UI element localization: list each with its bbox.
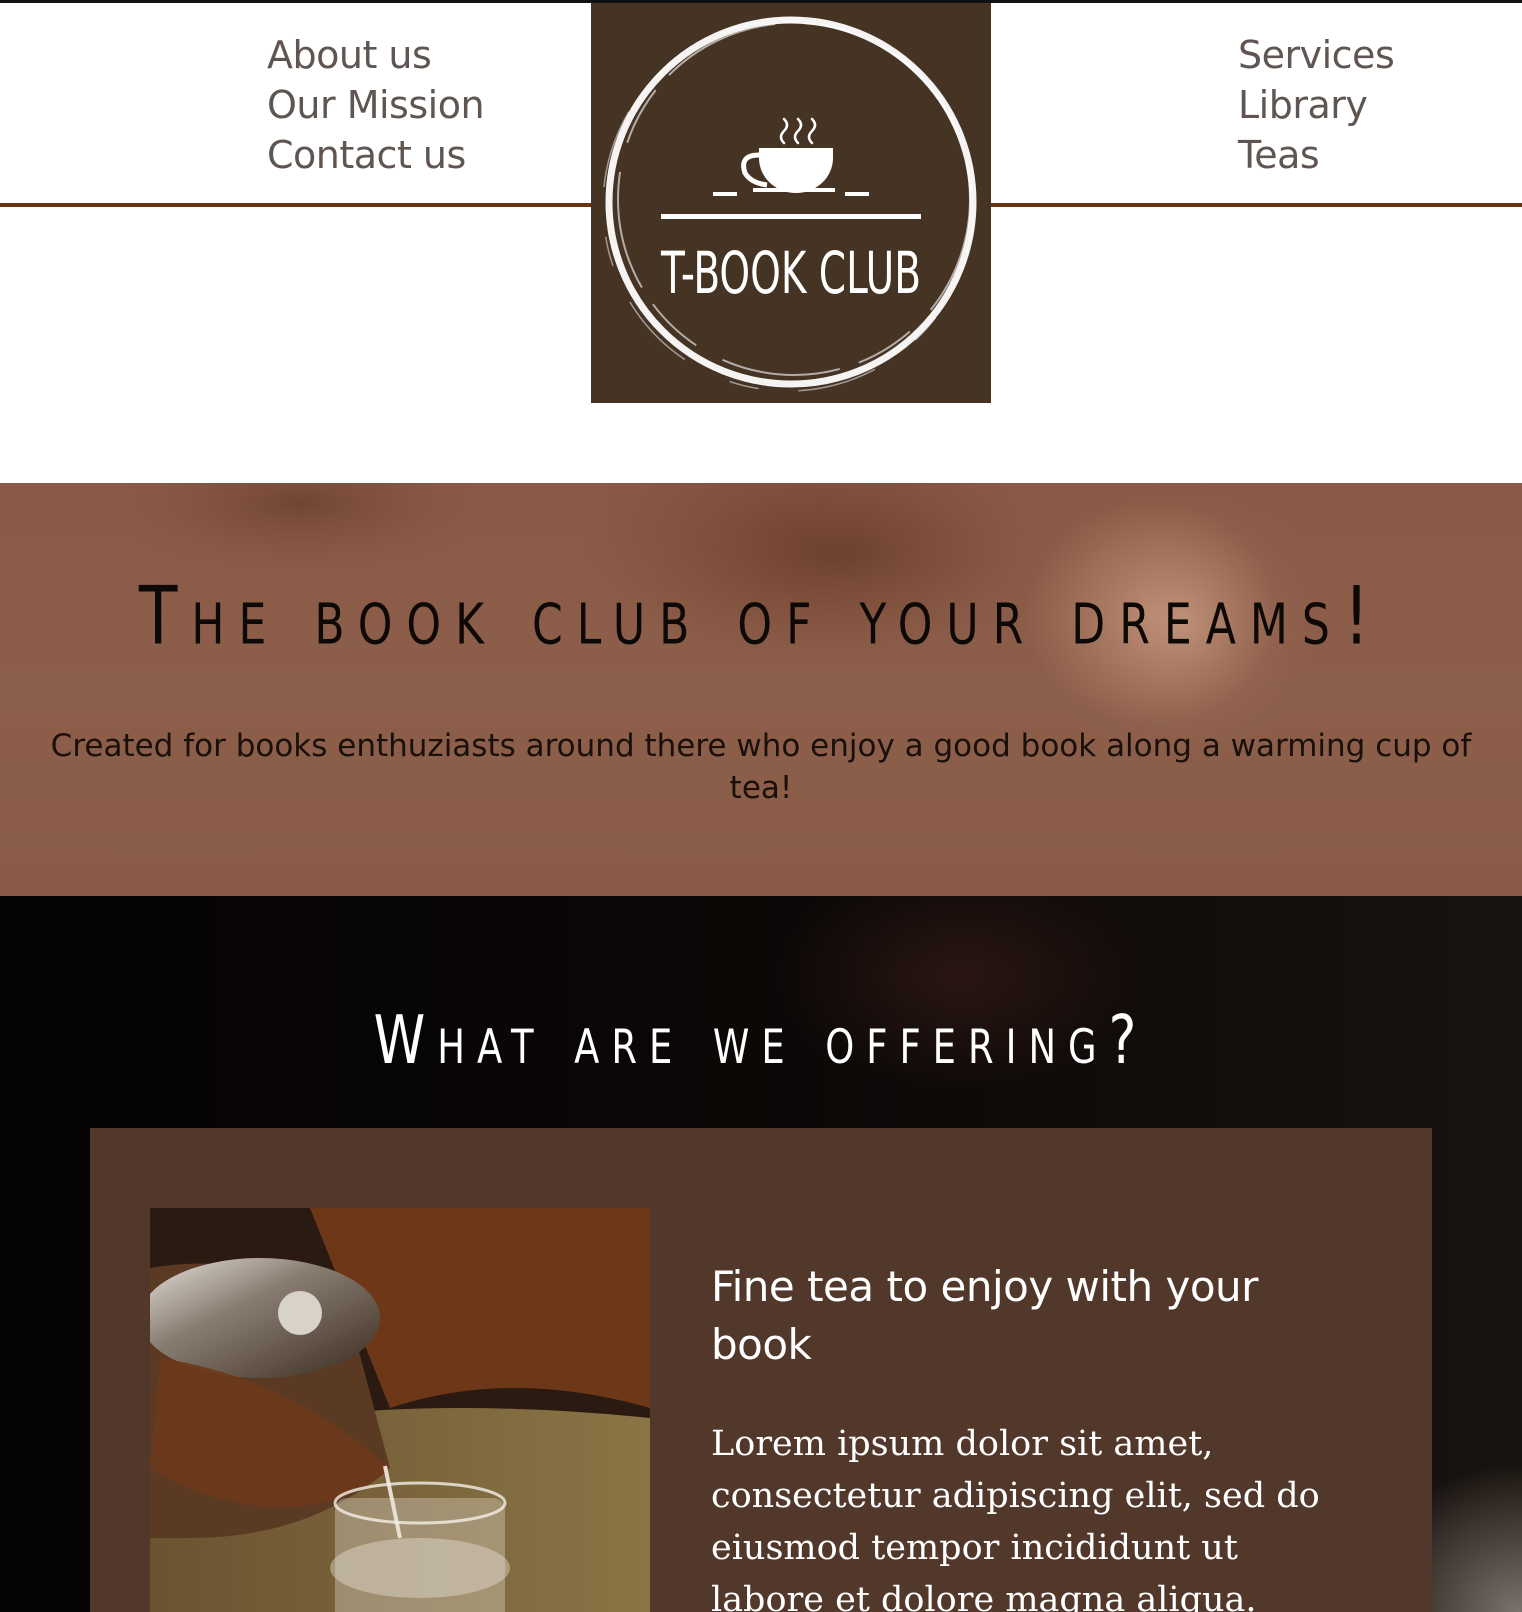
nav-left: About us Our Mission Contact us <box>267 30 485 180</box>
card-body-text: Lorem ipsum dolor sit amet, consectetur … <box>711 1424 1320 1612</box>
nav-right: Services Library Teas <box>1238 30 1395 180</box>
offer-section: What are we offering? Fine tea to enjoy … <box>0 896 1522 1612</box>
header-rule-right <box>990 203 1522 207</box>
logo[interactable]: T-BOOK CLUB <box>591 3 991 403</box>
teacup-icon <box>741 148 835 193</box>
hero-subtitle: Created for books enthuziasts around the… <box>50 728 1472 806</box>
tea-pouring-photo <box>150 1208 650 1612</box>
offer-card: Fine tea to enjoy with your book Lorem i… <box>90 1128 1432 1612</box>
nav-link-library[interactable]: Library <box>1238 80 1394 130</box>
card-heading: Fine tea to enjoy with your book <box>711 1262 1258 1369</box>
nav-link-about-us[interactable]: About us <box>267 30 484 80</box>
offer-title: What are we offering? <box>373 1000 1149 1080</box>
nav-link-services[interactable]: Services <box>1238 30 1395 80</box>
steam-icon <box>779 117 817 145</box>
nav-link-contact-us[interactable]: Contact us <box>267 130 484 180</box>
header-rule-left <box>0 203 592 207</box>
logo-emblem: T-BOOK CLUB <box>602 16 977 392</box>
site-header: About us Our Mission Contact us T-BOOK C… <box>0 0 1522 482</box>
nav-link-our-mission[interactable]: Our Mission <box>267 80 485 130</box>
hero-title: The book club of your dreams! <box>138 568 1384 664</box>
logo-wordmark: T-BOOK CLUB <box>660 239 921 307</box>
hero-background-image <box>80 483 1330 773</box>
nav-link-teas[interactable]: Teas <box>1238 130 1394 180</box>
hero-section: The book club of your dreams! Created fo… <box>0 483 1522 896</box>
